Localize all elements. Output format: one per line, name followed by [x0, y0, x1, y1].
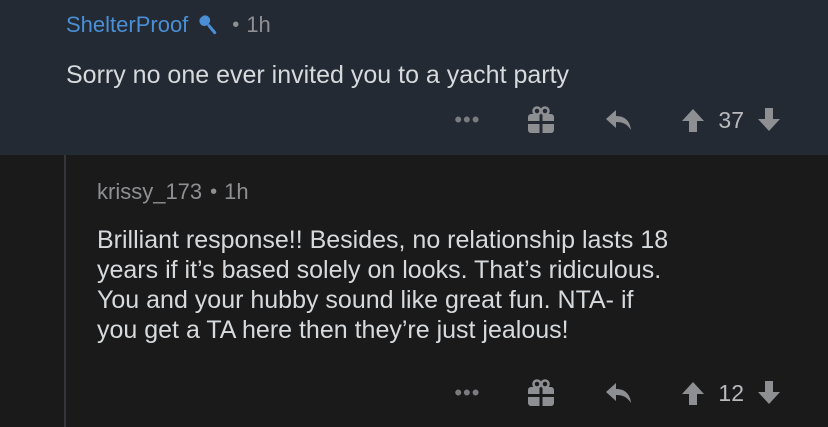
reply-icon[interactable] — [602, 107, 636, 133]
comment-body: Sorry no one ever invited you to a yacht… — [66, 61, 570, 89]
username[interactable]: ShelterProof — [66, 12, 188, 38]
comment-meta: ShelterProof • 1h — [66, 12, 271, 38]
vote-score: 12 — [718, 379, 744, 406]
more-options-button[interactable]: ••• — [452, 380, 482, 406]
downvote-icon[interactable] — [756, 107, 782, 133]
comment-meta: krissy_173 • 1h — [97, 179, 249, 205]
username[interactable]: krissy_173 — [97, 179, 202, 205]
comment-shelterproof: ShelterProof • 1h Sorry no one ever invi… — [0, 0, 828, 155]
upvote-icon[interactable] — [680, 380, 706, 406]
timestamp: 1h — [224, 179, 249, 204]
gift-icon[interactable] — [524, 378, 558, 408]
comment-body: Brilliant response!! Besides, no relatio… — [97, 226, 669, 344]
comment-actions: ••• 37 — [452, 105, 782, 135]
upvote-icon[interactable] — [680, 107, 706, 133]
reply-icon[interactable] — [602, 380, 636, 406]
vote-score: 37 — [718, 106, 744, 133]
microphone-icon — [194, 12, 224, 38]
timestamp: 1h — [246, 12, 271, 37]
separator-dot: • — [210, 180, 218, 203]
comment-krissy: krissy_173 • 1h Brilliant response!! Bes… — [0, 155, 828, 427]
thread-line[interactable] — [64, 155, 66, 427]
more-options-button[interactable]: ••• — [452, 107, 482, 133]
gift-icon[interactable] — [524, 105, 558, 135]
comment-actions: ••• 12 — [452, 378, 782, 408]
separator-dot: • — [232, 13, 240, 36]
downvote-icon[interactable] — [756, 380, 782, 406]
